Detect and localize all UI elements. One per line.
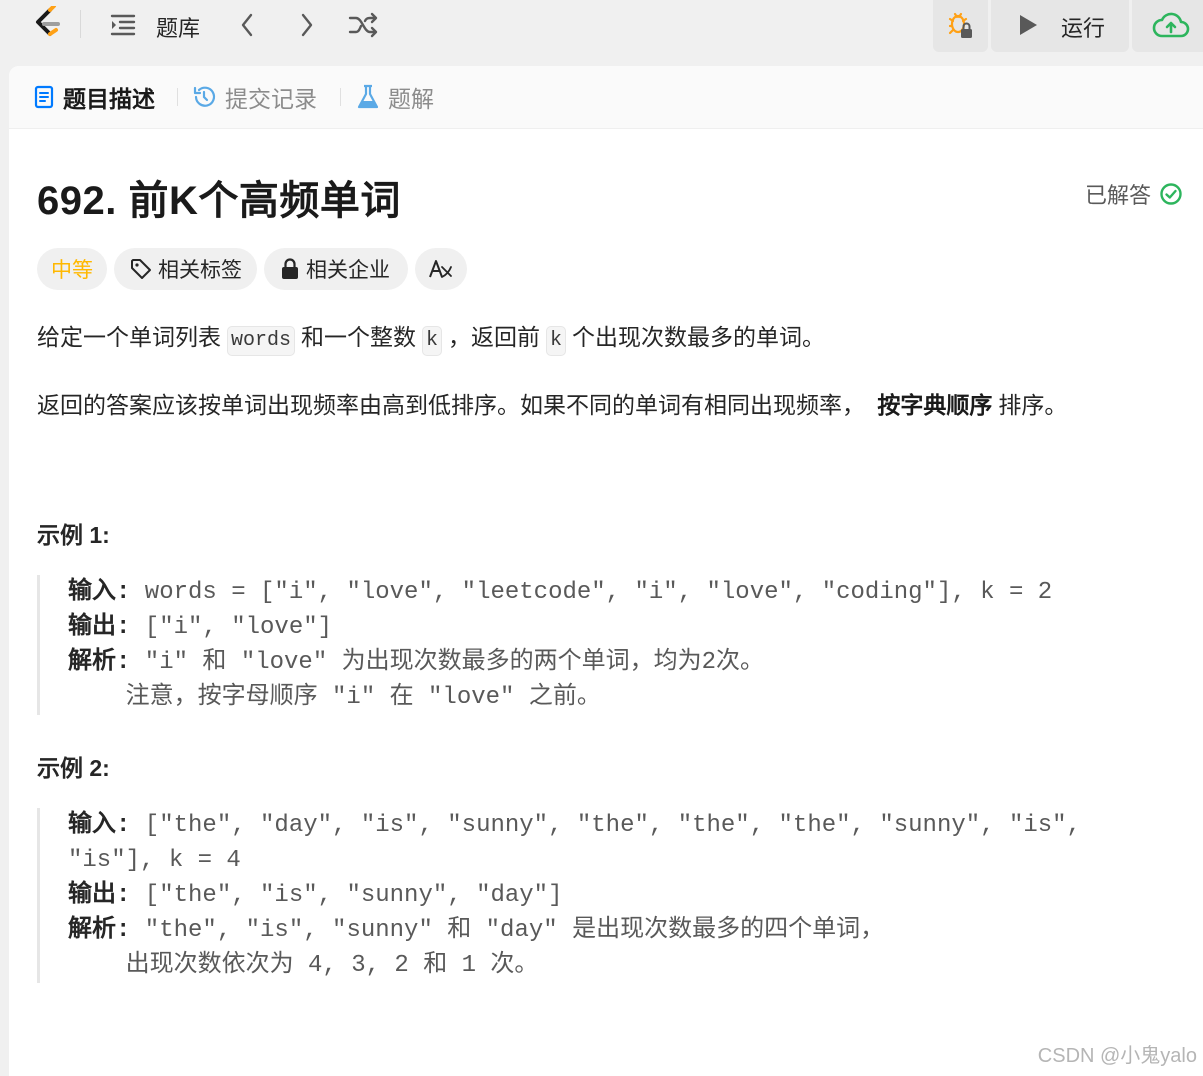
example-line: 输入: words = ["i", "love", "leetcode", "i… <box>68 575 1052 610</box>
check-circle-icon <box>1160 183 1182 205</box>
top-navbar: 题库 运行 <box>0 0 1203 52</box>
bug-lock-icon <box>948 12 972 38</box>
play-icon <box>1020 15 1037 35</box>
solved-label: 已解答 <box>1084 183 1151 208</box>
related-tags-button[interactable]: 相关标签 <box>114 248 257 290</box>
text: 排序。 <box>998 392 1068 418</box>
line-label: 解析: <box>68 649 131 676</box>
list-icon[interactable] <box>108 12 138 38</box>
description-paragraph-1: 给定一个单词列表 words 和一个整数 k ，返回前 k 个出现次数最多的单词。 <box>37 318 825 356</box>
divider <box>80 10 81 38</box>
lock-icon <box>280 258 300 280</box>
line-text: "is"], k = 4 <box>68 847 241 874</box>
tab-label: 提交记录 <box>225 86 317 112</box>
inline-code: k <box>422 326 443 356</box>
cloud-upload-icon <box>1152 12 1190 38</box>
line-text: ["i", "love"] <box>130 614 333 641</box>
tab-label: 题解 <box>388 86 434 112</box>
problem-list-link[interactable]: 题库 <box>156 11 200 43</box>
text: 和一个整数 <box>301 324 417 350</box>
example-line: 输出: ["the", "is", "sunny", "day"] <box>68 878 1081 913</box>
line-label: 输出: <box>68 614 131 641</box>
run-label: 运行 <box>1061 16 1106 41</box>
related-companies-button[interactable]: 相关企业 <box>264 248 408 290</box>
example-1-heading: 示例 1: <box>37 522 110 548</box>
chevron-right-icon[interactable] <box>294 10 320 40</box>
inline-code: words <box>227 326 296 356</box>
tab-solutions[interactable]: 题解 <box>356 81 434 113</box>
example-line: 输出: ["i", "love"] <box>68 610 1052 645</box>
run-button[interactable]: 运行 <box>991 0 1129 52</box>
example-line: "is"], k = 4 <box>68 843 1081 878</box>
translate-button[interactable] <box>415 248 467 290</box>
submit-button[interactable] <box>1132 0 1203 52</box>
related-tags-label: 相关标签 <box>158 259 242 282</box>
line-label: 输出: <box>68 882 131 909</box>
translate-icon <box>429 260 452 278</box>
line-text: "i" 和 "love" 为出现次数最多的两个单词，均为2次。 <box>130 649 765 676</box>
text: 给定一个单词列表 <box>37 324 221 350</box>
text: 个出现次数最多的单词。 <box>572 324 826 350</box>
tab-submissions[interactable]: 提交记录 <box>191 81 317 113</box>
example-2-block: 输入: ["the", "day", "is", "sunny", "the",… <box>37 808 1081 983</box>
problem-panel: 题目描述 提交记录 题解 692. 前K个高频单词 已解答 中等 相关标签 相关… <box>9 66 1203 1076</box>
line-label: 解析: <box>68 917 131 944</box>
related-companies-label: 相关企业 <box>306 259 390 282</box>
line-text: ["the", "day", "is", "sunny", "the", "th… <box>130 812 1081 839</box>
tag-icon <box>130 258 152 280</box>
inline-code: k <box>546 326 567 356</box>
text: 返回的答案应该按单词出现频率由高到低排序。如果不同的单词有相同出现频率， <box>37 392 865 418</box>
line-text: 出现次数依次为 4, 3, 2 和 1 次。 <box>68 952 539 979</box>
chevron-left-icon[interactable] <box>234 10 260 40</box>
line-text: 注意，按字母顺序 "i" 在 "love" 之前。 <box>68 684 601 711</box>
difficulty-label: 中等 <box>51 259 93 282</box>
example-line: 解析: "the", "is", "sunny" 和 "day" 是出现次数最多… <box>68 913 1081 948</box>
bold-text: 按字典顺序 <box>877 392 993 418</box>
leetcode-logo[interactable] <box>30 6 64 40</box>
line-text: "the", "is", "sunny" 和 "day" 是出现次数最多的四个单… <box>130 917 885 944</box>
line-label: 输入: <box>68 579 131 606</box>
problem-title: 692. 前K个高频单词 <box>37 179 401 223</box>
solved-status: 已解答 <box>1085 178 1183 210</box>
example-2-heading: 示例 2: <box>37 755 110 781</box>
divider <box>340 88 341 106</box>
line-text: words = ["i", "love", "leetcode", "i", "… <box>130 579 1053 606</box>
example-line: 解析: "i" 和 "love" 为出现次数最多的两个单词，均为2次。 <box>68 645 1052 680</box>
example-line: 输入: ["the", "day", "is", "sunny", "the",… <box>68 808 1081 843</box>
line-text: ["the", "is", "sunny", "day"] <box>130 882 563 909</box>
example-1-block: 输入: words = ["i", "love", "leetcode", "i… <box>37 575 1052 715</box>
line-label: 输入: <box>68 812 131 839</box>
panel-tabs: 题目描述 提交记录 题解 <box>9 66 1203 129</box>
description-paragraph-2: 返回的答案应该按单词出现频率由高到低排序。如果不同的单词有相同出现频率， 按字典… <box>37 386 1067 420</box>
difficulty-badge: 中等 <box>37 248 107 290</box>
debug-button[interactable] <box>933 0 988 52</box>
history-icon <box>191 84 217 110</box>
tab-description[interactable]: 题目描述 <box>33 81 155 113</box>
watermark: CSDN @小鬼yalo <box>1037 1045 1197 1067</box>
description-icon <box>33 85 55 109</box>
example-line: 注意，按字母顺序 "i" 在 "love" 之前。 <box>68 680 1052 715</box>
divider <box>177 88 178 106</box>
flask-icon <box>356 84 380 110</box>
tab-label: 题目描述 <box>63 86 155 112</box>
shuffle-icon[interactable] <box>346 10 380 40</box>
text: ，返回前 <box>448 324 541 350</box>
example-line: 出现次数依次为 4, 3, 2 和 1 次。 <box>68 948 1081 983</box>
